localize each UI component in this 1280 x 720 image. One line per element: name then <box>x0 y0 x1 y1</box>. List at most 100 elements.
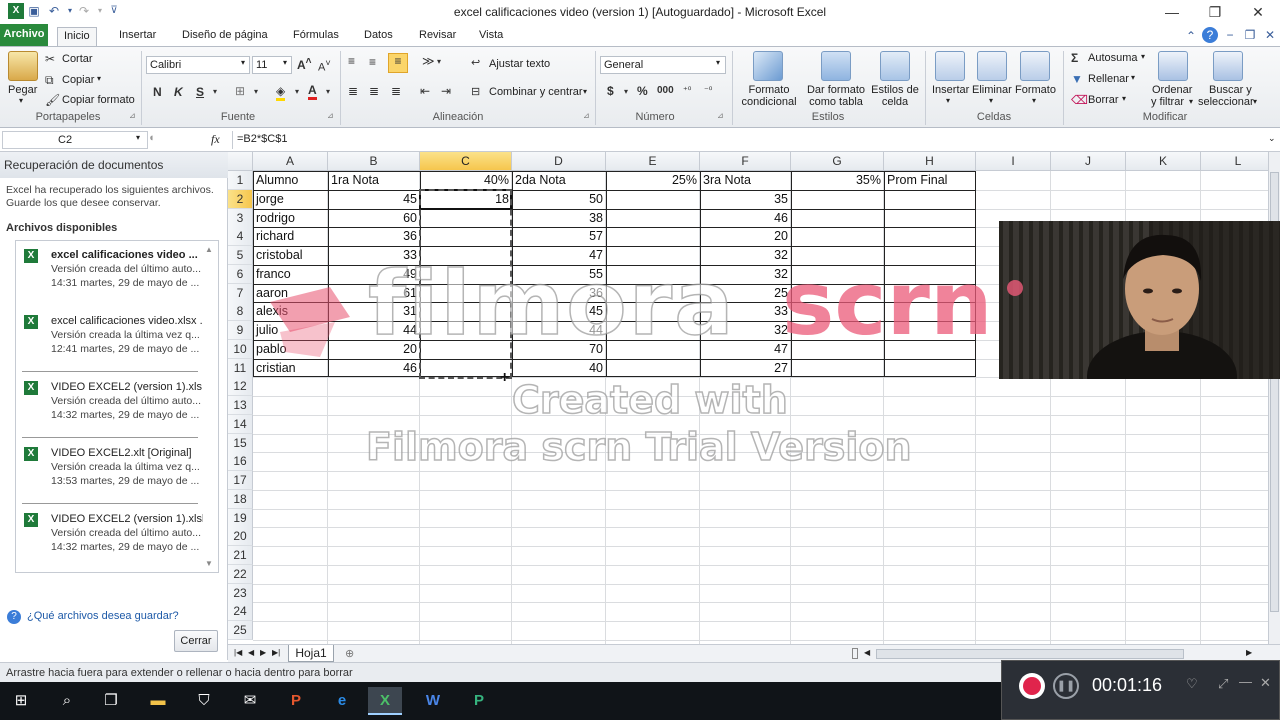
align-right-icon[interactable]: ≣ <box>391 84 401 98</box>
conditional-format-label-1[interactable]: Formato <box>745 84 793 96</box>
row-header[interactable]: 5 <box>228 246 253 265</box>
publisher-icon[interactable]: P <box>462 687 496 715</box>
formula-bar-resize-handle[interactable]: ◖ <box>148 132 155 144</box>
cell-header-nota1[interactable]: 1ra Nota <box>328 171 420 190</box>
tab-inicio[interactable]: Inicio <box>57 27 97 46</box>
doc-close-icon[interactable]: ✕ <box>1262 27 1278 43</box>
cell-styles-icon[interactable] <box>880 51 910 81</box>
list-scroll-up-icon[interactable]: ▲ <box>205 245 213 254</box>
cell-nota-3[interactable]: 20 <box>700 227 791 246</box>
clear-button[interactable]: Borrar <box>1088 94 1119 106</box>
horizontal-scroll-thumb[interactable] <box>876 649 1184 659</box>
mail-icon[interactable]: ✉ <box>233 687 267 715</box>
bold-icon[interactable]: N <box>153 85 162 99</box>
which-files-link[interactable]: ¿Qué archivos desea guardar? <box>27 610 179 622</box>
font-name-combo[interactable]: Calibri <box>146 56 250 74</box>
autosum-button[interactable]: Autosuma <box>1088 52 1138 64</box>
cell-nota-3[interactable]: 46 <box>700 209 791 228</box>
tab-diseno-pagina[interactable]: Diseño de página <box>176 27 274 46</box>
row-header[interactable]: 1 <box>228 171 253 190</box>
stop-record-button[interactable] <box>1019 673 1045 699</box>
row-header[interactable]: 16 <box>228 452 253 471</box>
last-sheet-icon[interactable]: ▶| <box>272 648 280 657</box>
number-launcher-icon[interactable]: ⊿ <box>717 111 724 120</box>
row-header[interactable]: 18 <box>228 490 253 509</box>
borders-icon[interactable]: ⊞ <box>235 84 245 98</box>
row-header[interactable]: 25 <box>228 621 253 640</box>
sheet-tab-hoja1[interactable]: Hoja1 <box>288 645 334 662</box>
insert-cells-icon[interactable] <box>935 51 965 81</box>
recorder-close-icon[interactable]: ✕ <box>1260 675 1271 691</box>
row-header[interactable]: 14 <box>228 415 253 434</box>
font-size-dropdown-icon[interactable]: ▾ <box>283 58 287 67</box>
conditional-format-label-2[interactable]: condicional <box>738 96 800 108</box>
row-header[interactable]: 7 <box>228 284 253 303</box>
row-header[interactable]: 13 <box>228 396 253 415</box>
column-header-h[interactable]: H <box>884 152 976 171</box>
paste-icon[interactable] <box>8 51 38 81</box>
search-icon[interactable]: ⌕ <box>50 687 84 715</box>
column-header-g[interactable]: G <box>791 152 884 171</box>
autosum-dropdown-icon[interactable]: ▾ <box>1141 52 1145 61</box>
cell-nota-2[interactable]: 38 <box>512 209 606 228</box>
cell-nota-3[interactable]: 35 <box>700 190 791 209</box>
cell-header-nota3[interactable]: 3ra Nota <box>700 171 791 190</box>
row-header[interactable]: 8 <box>228 302 253 321</box>
select-all-corner[interactable] <box>228 152 253 171</box>
orientation-icon[interactable]: ≫ <box>422 54 435 68</box>
thousands-icon[interactable]: 000 <box>657 85 674 96</box>
row-header[interactable]: 17 <box>228 471 253 490</box>
column-header-f[interactable]: F <box>700 152 791 171</box>
column-header-j[interactable]: J <box>1051 152 1126 171</box>
row-header[interactable]: 10 <box>228 340 253 359</box>
column-header-c[interactable]: C <box>420 152 512 171</box>
edge-icon[interactable]: e <box>325 687 359 715</box>
row-header[interactable]: 22 <box>228 565 253 584</box>
format-dropdown-icon[interactable]: ▾ <box>1032 96 1036 105</box>
doc-minimize-icon[interactable]: − <box>1222 27 1238 43</box>
align-bottom-icon[interactable]: ≡ <box>388 53 408 73</box>
tab-datos[interactable]: Datos <box>358 27 399 46</box>
next-sheet-icon[interactable]: ▶ <box>260 648 266 657</box>
recovered-file-item[interactable]: X excel calificaciones video ... Versión… <box>22 247 202 307</box>
align-top-icon[interactable]: ≡ <box>348 54 355 68</box>
italic-icon[interactable]: K <box>174 85 183 99</box>
doc-restore-icon[interactable]: ❐ <box>1242 27 1258 43</box>
list-scroll-down-icon[interactable]: ▼ <box>205 559 213 568</box>
pause-record-button[interactable]: ❚❚ <box>1053 673 1079 699</box>
decrease-indent-icon[interactable]: ⇤ <box>420 84 430 98</box>
formula-input[interactable]: =B2*$C$1 <box>232 131 1276 149</box>
column-header-k[interactable]: K <box>1126 152 1201 171</box>
tab-insertar[interactable]: Insertar <box>113 27 162 46</box>
cell-student-name[interactable]: richard <box>253 227 328 246</box>
recovered-file-item[interactable]: X VIDEO EXCEL2.xlt [Original] Versión cr… <box>22 445 202 505</box>
cut-button[interactable]: Cortar <box>62 53 93 65</box>
row-header[interactable]: 24 <box>228 602 253 621</box>
cell-header-percent-1[interactable]: 40% <box>420 171 512 190</box>
shrink-font-icon[interactable]: A˅ <box>318 58 331 74</box>
column-header-e[interactable]: E <box>606 152 700 171</box>
find-dropdown-icon[interactable]: ▾ <box>1253 97 1257 106</box>
tab-archivo[interactable]: Archivo <box>0 24 48 46</box>
sort-filter-label-1[interactable]: Ordenar <box>1152 84 1192 96</box>
recorder-expand-icon[interactable]: ⤢ <box>1218 676 1228 692</box>
currency-dropdown-icon[interactable]: ▾ <box>624 87 628 96</box>
row-header[interactable]: 4 <box>228 227 253 246</box>
format-as-table-label-1[interactable]: Dar formato <box>806 84 866 96</box>
percent-icon[interactable]: % <box>637 84 648 98</box>
find-select-icon[interactable] <box>1213 51 1243 81</box>
column-header-i[interactable]: I <box>976 152 1051 171</box>
cell-styles-label-1[interactable]: Estilos de <box>869 84 921 96</box>
collapse-ribbon-icon[interactable]: ⌃ <box>1183 28 1199 44</box>
recorder-mark-icon[interactable]: ♡ <box>1186 676 1198 692</box>
row-header[interactable]: 19 <box>228 509 253 528</box>
row-header[interactable]: 12 <box>228 377 253 396</box>
row-header[interactable]: 6 <box>228 265 253 284</box>
recovered-file-item[interactable]: X excel calificaciones video.xlsx ... Ve… <box>22 313 203 373</box>
format-painter-button[interactable]: Copiar formato <box>62 94 135 106</box>
help-icon[interactable]: ? <box>1202 27 1218 43</box>
copy-button[interactable]: Copiar <box>62 74 94 86</box>
minimize-button[interactable]: — <box>1157 2 1187 22</box>
delete-dropdown-icon[interactable]: ▾ <box>989 96 993 105</box>
cell-nota-3[interactable]: 27 <box>700 359 791 378</box>
